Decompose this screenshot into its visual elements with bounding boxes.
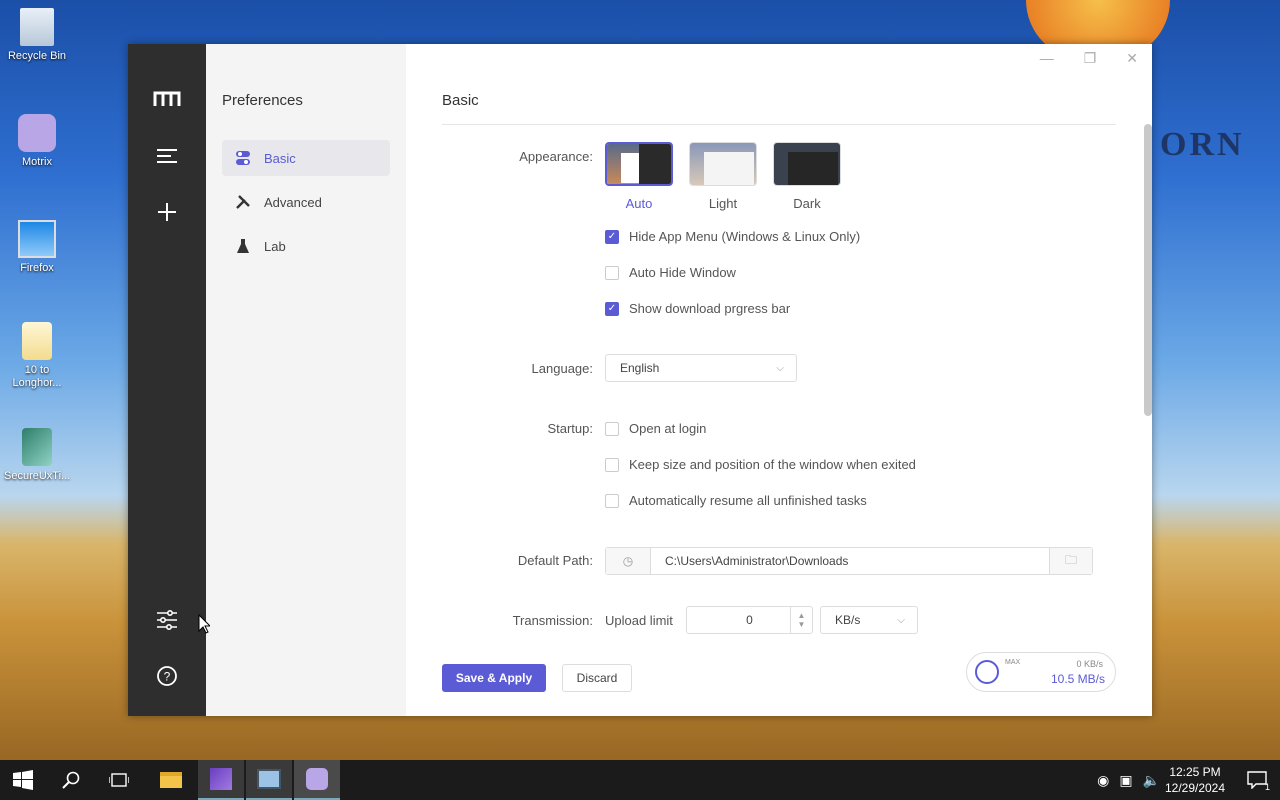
firefox-icon	[18, 220, 56, 258]
sidebar-item-lab[interactable]: Lab	[222, 228, 390, 264]
scrollbar[interactable]	[1144, 124, 1152, 416]
speed-max-label: MAX	[1005, 659, 1021, 666]
start-icon[interactable]	[0, 760, 46, 800]
theme-auto-thumb[interactable]	[605, 142, 673, 186]
chevron-down-icon: ⌵	[897, 614, 905, 626]
upload-limit-label: Upload limit	[605, 613, 673, 628]
taskbar-app-motrix[interactable]	[294, 760, 340, 800]
default-path-label: Default Path:	[517, 553, 593, 568]
theme-dark-label[interactable]: Dark	[773, 196, 841, 211]
taskbar: ◉ ▣ 🔈 12:25 PM 12/29/2024 1	[0, 760, 1280, 800]
folder-icon	[22, 322, 52, 360]
close-icon[interactable]: ✕	[1126, 50, 1138, 67]
tray: ◉ ▣ 🔈	[1097, 760, 1160, 800]
network-icon[interactable]: ▣	[1119, 772, 1132, 789]
checkbox-checked-icon[interactable]: ✓	[605, 229, 619, 244]
taskbar-app-visual-studio[interactable]	[198, 760, 244, 800]
visual-studio-icon	[210, 768, 232, 790]
resume-tasks-checkbox[interactable]: Automatically resume all unfinished task…	[605, 493, 867, 508]
default-path-input[interactable]: ◷ C:\Users\Administrator\Downloads 🗀	[605, 547, 1093, 575]
desktop-icon-secureux[interactable]: SecureUxTi...	[4, 428, 70, 483]
theme-light-label[interactable]: Light	[689, 196, 757, 211]
auto-hide-window-checkbox[interactable]: Auto Hide Window	[605, 265, 736, 280]
search-icon[interactable]	[48, 760, 94, 800]
upload-unit-select[interactable]: KB/s ⌵	[820, 606, 918, 634]
network-globe-icon[interactable]: ◉	[1097, 772, 1109, 789]
sidebar-item-label: Lab	[264, 238, 286, 254]
section-title: Basic	[442, 92, 479, 109]
clock-time: 12:25 PM	[1169, 765, 1221, 779]
task-view-icon[interactable]	[96, 760, 142, 800]
checkbox-checked-icon[interactable]: ✓	[605, 301, 619, 316]
desktop-icon-firefox[interactable]: Firefox	[4, 220, 70, 275]
upload-speed: 0 KB/s	[1076, 659, 1103, 669]
window-controls: — ❐ ✕	[1040, 50, 1138, 67]
download-speed: 10.5 MB/s	[1050, 672, 1105, 686]
preferences-window: ? Preferences Basic Advanced Lab — ❐ ✕ B…	[128, 44, 1152, 716]
minimize-icon[interactable]: —	[1040, 50, 1054, 67]
divider	[442, 124, 1116, 125]
show-progress-bar-checkbox[interactable]: ✓ Show download prgress bar	[605, 301, 790, 316]
motrix-icon	[18, 114, 56, 152]
checkbox-icon[interactable]	[605, 457, 619, 472]
theme-dark-thumb[interactable]	[773, 142, 841, 186]
save-apply-button[interactable]: Save & Apply	[442, 664, 546, 692]
sidebar-item-basic[interactable]: Basic	[222, 140, 390, 176]
sidebar-item-label: Advanced	[264, 194, 322, 210]
toggle-icon	[234, 150, 252, 166]
taskbar-app-printer[interactable]	[246, 760, 292, 800]
checkbox-icon[interactable]	[605, 265, 619, 280]
hide-app-menu-checkbox[interactable]: ✓ Hide App Menu (Windows & Linux Only)	[605, 229, 860, 244]
printer-icon	[257, 769, 281, 789]
motrix-icon	[306, 768, 328, 790]
sidebar-item-label: Basic	[264, 150, 296, 166]
keep-window-size-checkbox[interactable]: Keep size and position of the window whe…	[605, 457, 916, 472]
sidebar-title: Preferences	[222, 92, 303, 109]
stepper-icon[interactable]: ▲ ▼	[790, 607, 812, 633]
transmission-label: Transmission:	[512, 613, 593, 628]
language-select[interactable]: English ⌵	[605, 354, 797, 382]
menu-icon[interactable]	[152, 141, 182, 171]
speedometer[interactable]: MAX 0 KB/s 10.5 MB/s	[966, 652, 1116, 692]
checkbox-icon[interactable]	[605, 493, 619, 508]
language-label: Language:	[531, 361, 593, 376]
svg-text:?: ?	[164, 670, 171, 684]
app-rail: ?	[128, 44, 206, 716]
speedometer-icon	[975, 660, 999, 684]
clock-date: 12/29/2024	[1164, 781, 1226, 795]
desktop-icon-folder[interactable]: 10 to Longhor...	[4, 322, 70, 390]
folder-icon[interactable]: 🗀	[1049, 548, 1092, 574]
history-icon[interactable]: ◷	[606, 548, 651, 574]
file-explorer-icon[interactable]	[148, 760, 194, 800]
flask-icon	[234, 238, 252, 254]
maximize-icon[interactable]: ❐	[1084, 50, 1097, 67]
startup-label: Startup:	[547, 421, 593, 436]
open-at-login-checkbox[interactable]: Open at login	[605, 421, 706, 436]
desktop-icon-recycle-bin[interactable]: Recycle Bin	[4, 8, 70, 63]
upload-limit-input[interactable]: 0 ▲ ▼	[686, 606, 813, 634]
notification-icon[interactable]: 1	[1234, 760, 1280, 800]
help-icon[interactable]: ?	[152, 661, 182, 691]
theme-auto-label[interactable]: Auto	[605, 196, 673, 211]
theme-light-thumb[interactable]	[689, 142, 757, 186]
discard-button[interactable]: Discard	[562, 664, 632, 692]
appearance-label: Appearance:	[519, 149, 593, 164]
preferences-main: — ❐ ✕ Basic Appearance: Auto Light Dark …	[406, 44, 1152, 716]
sidebar-item-advanced[interactable]: Advanced	[222, 184, 390, 220]
motrix-logo-icon[interactable]	[152, 84, 182, 114]
checkbox-icon[interactable]	[605, 421, 619, 436]
wallpaper-text: ORN	[1160, 126, 1245, 163]
mouse-cursor-icon	[198, 613, 212, 637]
secureux-icon	[22, 428, 52, 466]
notification-count: 1	[1264, 782, 1270, 792]
add-task-icon[interactable]	[152, 197, 182, 227]
volume-muted-icon[interactable]: 🔈	[1143, 772, 1160, 789]
recycle-bin-icon	[20, 8, 54, 46]
tools-icon	[234, 194, 252, 210]
preferences-icon[interactable]	[152, 605, 182, 635]
clock[interactable]: 12:25 PM 12/29/2024	[1160, 764, 1230, 796]
preferences-sidebar: Preferences Basic Advanced Lab	[206, 44, 406, 716]
desktop-icon-motrix[interactable]: Motrix	[4, 114, 70, 169]
chevron-down-icon: ⌵	[776, 362, 784, 374]
